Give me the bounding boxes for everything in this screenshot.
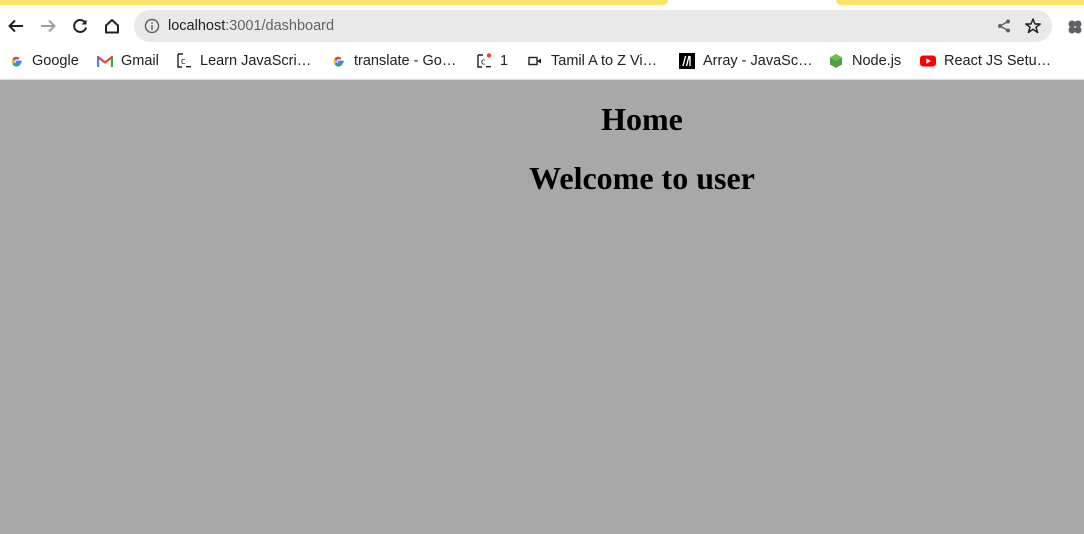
tab-strip xyxy=(0,0,1084,9)
puzzle-icon[interactable] xyxy=(1066,18,1084,36)
address-bar[interactable]: localhost:3001/dashboard xyxy=(134,10,1052,42)
bookmark-learn-javascript[interactable]: c Learn JavaScri… xyxy=(176,43,311,79)
star-icon[interactable] xyxy=(1024,17,1042,35)
url-path: :3001/dashboard xyxy=(225,18,335,34)
nodejs-icon xyxy=(828,53,844,69)
code-site-icon: c xyxy=(176,53,192,69)
google-icon xyxy=(8,53,24,69)
info-icon[interactable] xyxy=(144,18,160,34)
arrow-left-icon xyxy=(8,19,23,33)
google-icon xyxy=(330,53,346,69)
video-icon xyxy=(527,53,543,69)
bookmark-1[interactable]: c 1 xyxy=(476,43,508,79)
bookmark-label: React JS Setu… xyxy=(944,53,1052,69)
browser-window: localhost:3001/dashboard Google Gmail c … xyxy=(0,0,1084,534)
page-title: Home xyxy=(601,101,683,137)
back-button[interactable] xyxy=(0,9,32,43)
bookmark-react-js-setup[interactable]: React JS Setu… xyxy=(920,43,1051,79)
bookmark-label: Google xyxy=(32,53,79,69)
bookmark-label: Learn JavaScri… xyxy=(200,53,312,69)
youtube-icon xyxy=(920,53,936,69)
forward-button[interactable] xyxy=(32,9,64,43)
reload-icon xyxy=(73,19,87,33)
url-text[interactable]: localhost:3001/dashboard xyxy=(168,10,334,42)
bookmark-label: Node.js xyxy=(852,53,902,69)
bookmark-label: 1 xyxy=(500,53,509,69)
browser-toolbar: localhost:3001/dashboard xyxy=(0,9,1084,43)
url-host: localhost xyxy=(168,18,226,34)
bookmark-label: Gmail xyxy=(121,53,159,69)
share-icon[interactable] xyxy=(996,18,1012,34)
home-button[interactable] xyxy=(96,9,128,43)
bookmark-array-javascript[interactable]: Array - JavaSc… xyxy=(679,43,813,79)
code-site-notify-icon: c xyxy=(476,53,492,69)
svg-text:c: c xyxy=(181,57,186,67)
bookmark-label: translate - Go… xyxy=(354,53,457,69)
bookmark-tamil-a-to-z[interactable]: Tamil A to Z Vi… xyxy=(527,43,657,79)
mdn-icon xyxy=(679,53,695,69)
reload-button[interactable] xyxy=(64,9,96,43)
tab-strip-accent-left xyxy=(0,0,668,5)
bookmark-google[interactable]: Google xyxy=(8,43,79,79)
bookmark-translate[interactable]: translate - Go… xyxy=(330,43,456,79)
arrow-right-icon xyxy=(41,19,56,33)
svg-text:c: c xyxy=(481,58,486,68)
bookmark-nodejs[interactable]: Node.js xyxy=(828,43,901,79)
bookmarks-bar: Google Gmail c Learn JavaScri… translate… xyxy=(0,43,1084,80)
page-content: Home Welcome to user xyxy=(0,80,1084,534)
tab-strip-accent-right xyxy=(836,0,1084,5)
bookmark-label: Array - JavaSc… xyxy=(703,53,813,69)
bookmark-label: Tamil A to Z Vi… xyxy=(551,53,658,69)
welcome-heading: Welcome to user xyxy=(529,160,755,196)
home-icon xyxy=(105,19,119,34)
gmail-icon xyxy=(97,53,113,69)
bookmark-gmail[interactable]: Gmail xyxy=(97,43,159,79)
